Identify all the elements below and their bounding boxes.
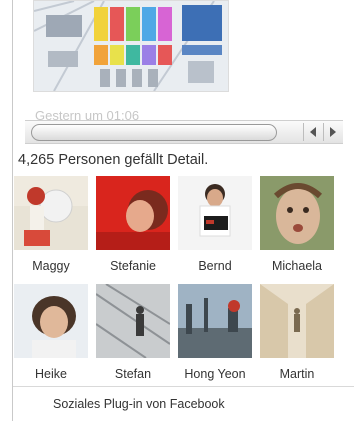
face-name[interactable]: Michaela [259,259,335,273]
face-name[interactable]: Maggy [13,259,89,273]
face-item[interactable]: Stefan [95,284,171,381]
arrow-right-icon [330,127,336,137]
face-name[interactable]: Bernd [177,259,253,273]
social-plugin-link[interactable]: Soziales Plug-in von Facebook [53,397,225,411]
avatar[interactable] [96,284,170,358]
horizontal-scrollbar[interactable] [25,120,343,144]
face-name[interactable]: Martin [259,367,335,381]
face-item[interactable]: Heike [13,284,89,381]
venue-map-graphic [34,1,228,91]
avatar[interactable] [14,284,88,358]
scroll-left-button[interactable] [303,123,322,141]
likes-count-text: 4,265 Personen gefällt Detail. [18,152,209,168]
face-item[interactable]: Stefanie [95,176,171,273]
scroll-right-button[interactable] [323,123,342,141]
avatar[interactable] [14,176,88,250]
avatar[interactable] [260,284,334,358]
avatar[interactable] [96,176,170,250]
feed-stream: Gestern um 01:06 [13,0,354,146]
avatar[interactable] [178,176,252,250]
face-name[interactable]: Stefan [95,367,171,381]
footer-divider [13,386,354,387]
face-name[interactable]: Hong Yeon [177,367,253,381]
face-item[interactable]: Bernd [177,176,253,273]
face-item[interactable]: Michaela [259,176,335,273]
avatar[interactable] [178,284,252,358]
face-item[interactable]: Martin [259,284,335,381]
post-map-image[interactable] [33,0,229,92]
face-name[interactable]: Stefanie [95,259,171,273]
avatar[interactable] [260,176,334,250]
like-box-panel: Gestern um 01:06 4,265 Personen gefällt … [12,0,354,421]
face-item[interactable]: Maggy [13,176,89,273]
face-name[interactable]: Heike [13,367,89,381]
scrollbar-thumb[interactable] [31,124,277,141]
arrow-left-icon [310,127,316,137]
face-item[interactable]: Hong Yeon [177,284,253,381]
